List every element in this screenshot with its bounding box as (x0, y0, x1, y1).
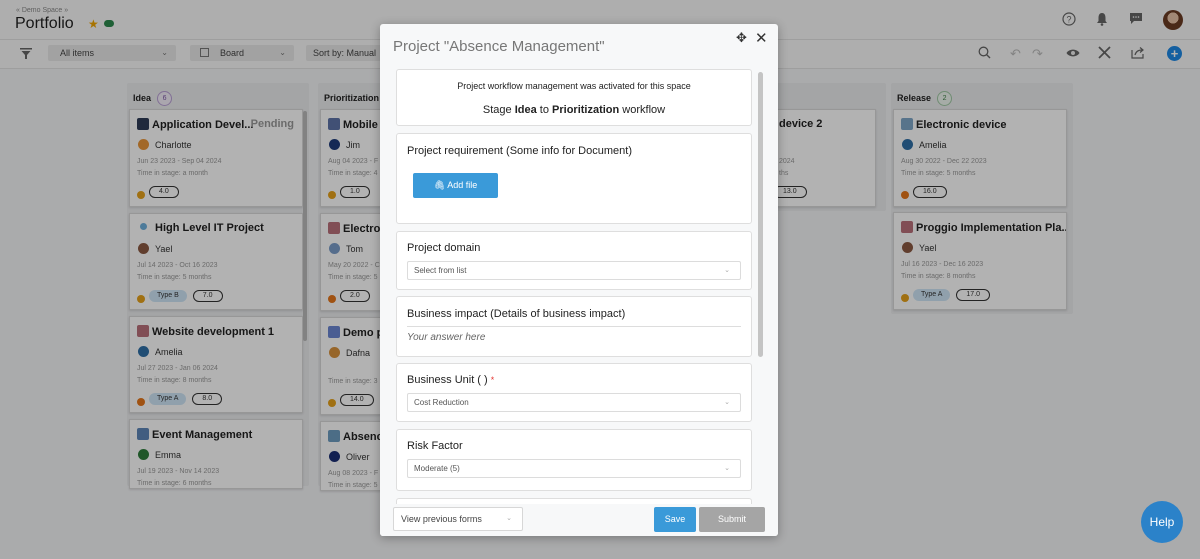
workflow-info-text: Project workflow management was activate… (457, 81, 691, 91)
save-button[interactable]: Save (654, 507, 696, 532)
project-form-modal: Project "Absence Management" ✥ ✕ Project… (380, 24, 778, 536)
domain-select[interactable]: Select from list ⌄ (407, 261, 741, 280)
chevron-down-icon: ⌄ (506, 515, 512, 522)
domain-section: Project domain Select from list ⌄ (396, 231, 752, 290)
requirement-section: Project requirement (Some info for Docum… (396, 133, 752, 224)
workflow-stage-text: Stage Idea to Prioritization workflow (482, 104, 666, 116)
chevron-down-icon: ⌄ (724, 267, 730, 274)
risk-section: Risk Factor Moderate (5) ⌄ (396, 429, 752, 491)
close-icon[interactable]: ✕ (755, 29, 768, 47)
modal-footer: View previous forms ⌄ Save Submit (380, 504, 778, 536)
business-unit-label: Business Unit ( ) * (407, 374, 495, 386)
business-unit-section: Business Unit ( ) * Cost Reduction ⌄ (396, 363, 752, 422)
workflow-info-section: Project workflow management was activate… (396, 69, 752, 126)
impact-section: Business impact (Details of business imp… (396, 296, 752, 357)
submit-button[interactable]: Submit (699, 507, 765, 532)
risk-select[interactable]: Moderate (5) ⌄ (407, 459, 741, 478)
chevron-down-icon: ⌄ (724, 399, 730, 406)
modal-scrollbar[interactable] (758, 72, 763, 357)
requirement-label: Project requirement (Some info for Docum… (407, 145, 632, 157)
add-file-button[interactable]: 🖇︎ Add file (413, 173, 498, 198)
previous-forms-select[interactable]: View previous forms ⌄ (393, 507, 523, 531)
impact-label: Business impact (Details of business imp… (407, 308, 626, 320)
paperclip-icon: 🖇︎ (433, 180, 448, 190)
domain-label: Project domain (407, 242, 481, 254)
help-button[interactable]: Help (1141, 501, 1183, 543)
modal-title: Project "Absence Management" (393, 38, 605, 55)
business-unit-select[interactable]: Cost Reduction ⌄ (407, 393, 741, 412)
required-marker: * (490, 375, 495, 385)
risk-label: Risk Factor (407, 440, 463, 452)
impact-input[interactable]: Your answer here (407, 326, 741, 343)
chevron-down-icon: ⌄ (724, 465, 730, 472)
move-icon[interactable]: ✥ (736, 30, 747, 46)
form-body: Project workflow management was activate… (396, 69, 754, 505)
